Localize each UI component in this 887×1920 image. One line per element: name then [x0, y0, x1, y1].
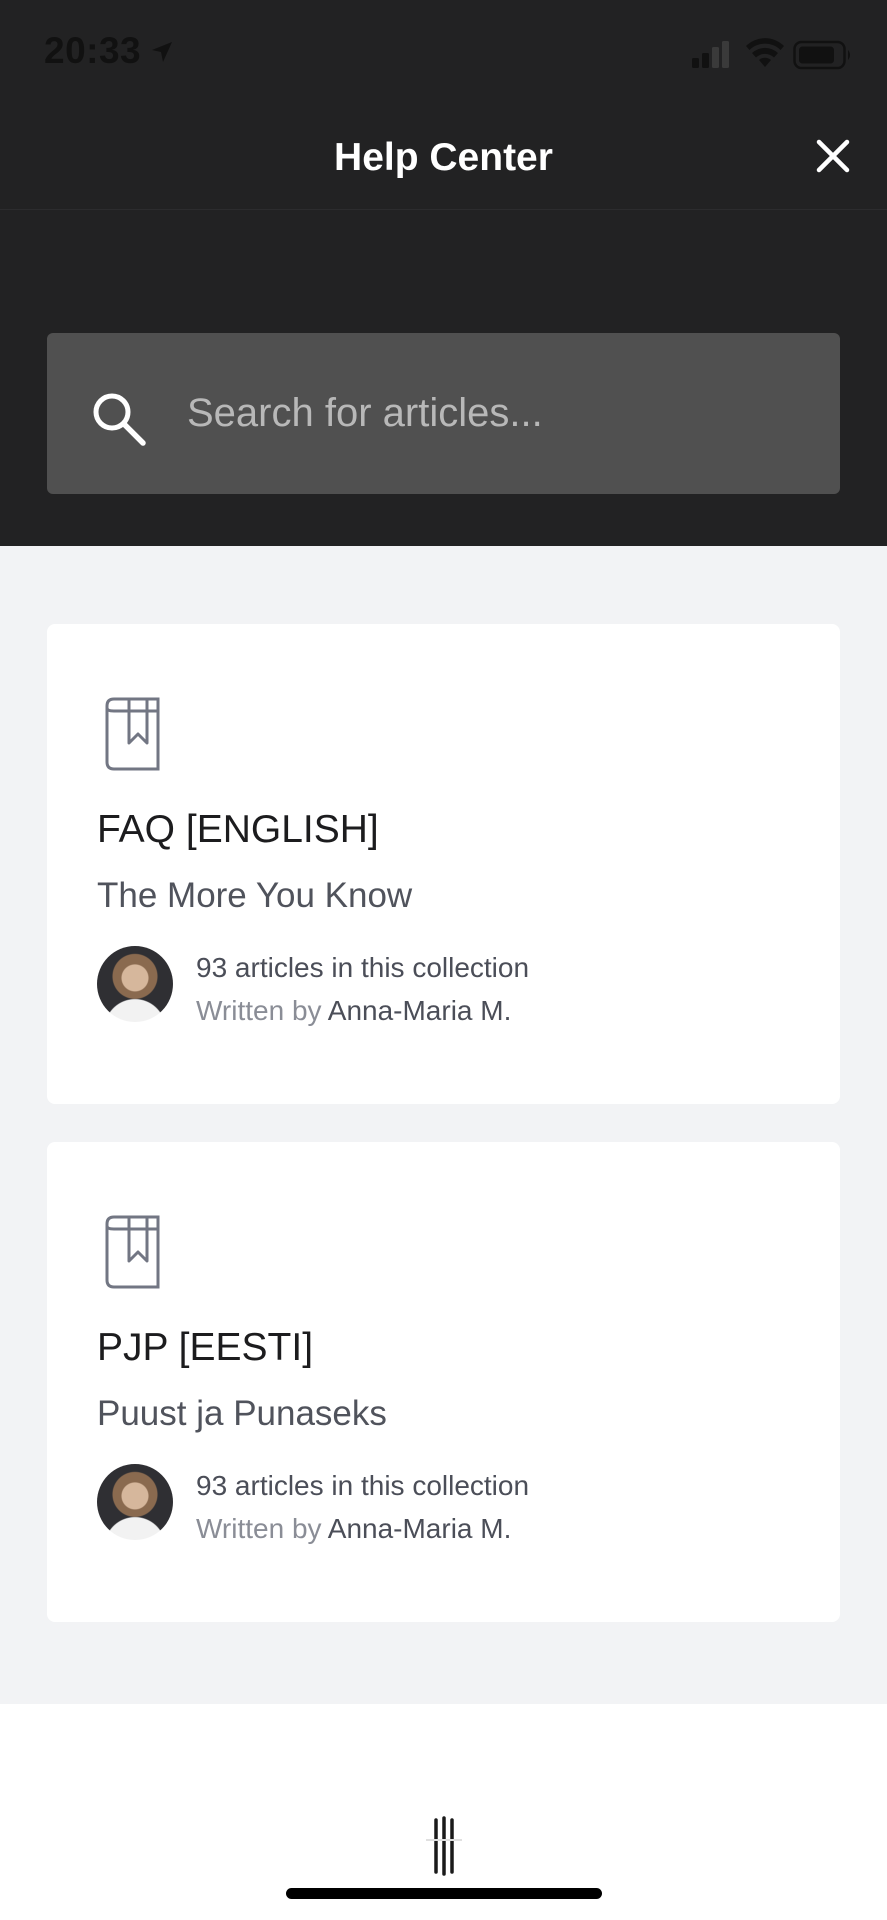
- status-time: 20:33: [44, 30, 142, 71]
- intercom-logo-icon[interactable]: [424, 1816, 464, 1876]
- written-by-label: Written by: [196, 995, 322, 1026]
- cellular-signal-icon: [692, 41, 729, 68]
- status-bar: 20:33: [0, 0, 887, 104]
- collection-title: PJP [EESTI]: [97, 1326, 314, 1369]
- navigation-bar: Help Center: [0, 104, 887, 210]
- book-bookmark-icon: [105, 697, 160, 771]
- header-area: 20:33 Help Center: [0, 0, 887, 546]
- collection-description: Puust ja Punaseks: [97, 1394, 387, 1433]
- search-bar[interactable]: [47, 333, 840, 494]
- collection-card[interactable]: FAQ [ENGLISH] The More You Know 93 artic…: [47, 624, 840, 1104]
- help-center-screen: 20:33 Help Center Search for articles...…: [0, 0, 887, 1920]
- page-title: Help Center: [334, 136, 553, 179]
- home-indicator[interactable]: [286, 1888, 602, 1899]
- article-count: 93 articles in this collection: [196, 952, 530, 983]
- author-line: Written by Anna-Maria M.: [196, 995, 511, 1027]
- author-name: Anna-Maria M.: [327, 1513, 512, 1544]
- author-avatar: [97, 1464, 173, 1540]
- written-by-label: Written by: [196, 1513, 322, 1544]
- collection-description: The More You Know: [97, 876, 413, 915]
- collection-title: FAQ [ENGLISH]: [97, 808, 379, 851]
- author-line: Written by Anna-Maria M.: [196, 1513, 511, 1545]
- close-icon[interactable]: [813, 136, 853, 176]
- battery-icon: [793, 40, 850, 70]
- location-arrow-icon: [152, 42, 172, 62]
- author-avatar: [97, 946, 173, 1022]
- search-input[interactable]: [187, 333, 807, 494]
- book-bookmark-icon: [105, 1215, 160, 1289]
- collection-card[interactable]: PJP [EESTI] Puust ja Punaseks 93 article…: [47, 1142, 840, 1622]
- wifi-icon: [746, 38, 784, 67]
- search-icon: [93, 393, 146, 446]
- article-count: 93 articles in this collection: [196, 1470, 530, 1501]
- author-name: Anna-Maria M.: [327, 995, 512, 1026]
